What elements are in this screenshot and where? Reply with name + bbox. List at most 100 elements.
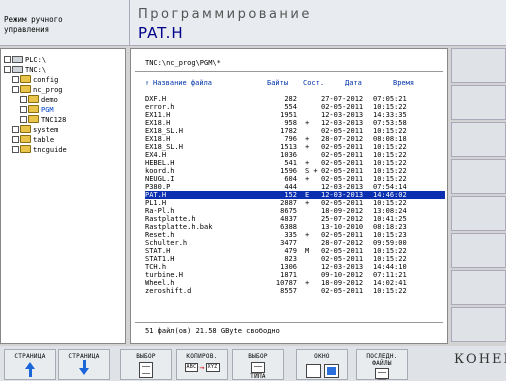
file-bytes-cell: 1596 [280,167,297,175]
file-time-cell: 07:05:21 [373,95,407,103]
expand-toggle-icon[interactable] [20,115,27,123]
file-bytes-cell: 554 [284,103,297,111]
expand-toggle-icon[interactable] [20,95,27,103]
tree-item-tnc128[interactable]: TNC128 [1,115,125,125]
vertical-softkey-6[interactable] [451,233,506,268]
file-time-cell: 14:33:35 [373,111,407,119]
file-row[interactable]: Schulter.h 3477 28-07-2012 09:59:00 [145,239,445,247]
expand-toggle-icon[interactable] [12,145,19,153]
window-label: ОКНО [314,353,330,360]
page-down-label: СТРАНИЦА [68,353,100,360]
expand-toggle-icon[interactable] [12,125,19,133]
file-time-cell: 10:41:25 [373,215,407,223]
file-date-cell: 02-05-2011 [321,103,364,111]
select-type-button[interactable]: ВЫБОР ТИПА [232,349,284,380]
column-time-header[interactable]: Время [393,79,414,87]
select-button[interactable]: ВЫБОР [120,349,172,380]
file-row[interactable]: zeroshift.d 8557 02-05-2011 10:15:22 [145,287,445,295]
column-name-header[interactable]: Название файла [153,79,212,87]
current-file-name: PAT.H [138,24,184,42]
window-button[interactable]: ОКНО [296,349,348,380]
file-row[interactable]: Ra-Pl.h 8675 18-09-2012 13:08:24 [145,207,445,215]
file-row[interactable]: HEBEL.H 541 +02-05-2011 10:15:22 [145,159,445,167]
file-row[interactable]: DXF.H 282 27-07-2012 07:05:21 [145,95,445,103]
file-row[interactable]: PL1.H 2887 +02-05-2011 10:15:22 [145,199,445,207]
file-row[interactable]: Rastplatte.h 4837 25-07-2012 10:41:25 [145,215,445,223]
file-bytes-cell: 10787 [275,279,297,287]
expand-toggle-icon[interactable] [20,105,27,113]
directory-tree[interactable]: PLC:\ TNC:\ config nc_prog demo PGM TNC128 syst… [0,48,126,344]
vertical-softkey-3[interactable] [451,122,506,157]
file-row[interactable]: P380.P 444 12-03-2013 07:54:14 [145,183,445,191]
file-row[interactable]: STAT.H 479 M 02-05-2011 10:15:22 [145,247,445,255]
page-up-button[interactable]: СТРАНИЦА [4,349,56,380]
file-row[interactable]: Rastplatte.h.bak 6388 13-10-2010 08:18:23 [145,223,445,231]
file-bytes-cell: 8557 [280,287,297,295]
tree-item-demo[interactable]: demo [1,95,125,105]
file-row[interactable]: STAT1.H 823 02-05-2011 10:15:22 [145,255,445,263]
file-date-cell: 28-07-2012 [321,239,364,247]
file-name-cell: DXF.H [145,95,167,103]
tree-item-label: table [33,136,55,144]
file-row[interactable]: error.h 554 02-05-2011 10:15:22 [145,103,445,111]
file-row[interactable]: EX18_SL.H 1782 02-05-2011 10:15:22 [145,127,445,135]
file-row[interactable]: Wheel.h 10787 +18-09-2012 14:02:41 [145,279,445,287]
file-name-cell: Rastplatte.h.bak [145,223,213,231]
file-row[interactable]: EX18.H 796 +28-07-2012 08:08:18 [145,135,445,143]
copy-source-label: ABC [184,363,199,372]
tree-item-pgm[interactable]: PGM [1,105,125,115]
tree-item-ncprog[interactable]: nc_prog [1,85,125,95]
file-row[interactable]: EX4.H 1036 02-05-2011 10:15:22 [145,151,445,159]
drive-icon [12,65,23,73]
programming-mode-panel: Программирование PAT.H [130,0,506,46]
vertical-softkey-5[interactable] [451,196,506,231]
file-name-cell: EX11.H [145,111,171,119]
file-row[interactable]: turbine.H 1871 09-10-2012 07:11:21 [145,271,445,279]
file-row[interactable]: Reset.h 335 +02-05-2011 10:15:23 [145,231,445,239]
file-row[interactable]: NEUGL.I 604 +02-05-2011 10:15:22 [145,175,445,183]
page-down-button[interactable]: СТРАНИЦА [58,349,110,380]
file-state-cell: + [305,135,310,143]
vertical-softkey-4[interactable] [451,159,506,194]
vertical-softkey-8[interactable] [451,307,506,342]
vertical-softkey-1[interactable] [451,48,506,83]
tree-item-tnc[interactable]: TNC:\ [1,65,125,75]
footer-divider [135,322,443,323]
file-row[interactable]: TCH.h 1306 12-03-2013 14:44:10 [145,263,445,271]
expand-toggle-icon[interactable] [12,75,19,83]
file-name-cell: P380.P [145,183,171,191]
vertical-softkey-2[interactable] [451,85,506,120]
column-date-header[interactable]: Дата [345,79,362,87]
file-row[interactable]: EX11.H 1951 12-03-2013 14:33:35 [145,111,445,119]
expand-toggle-icon[interactable] [4,65,11,73]
file-name-cell: Wheel.h [145,279,175,287]
file-row[interactable]: PAT.H 152 E 12-03-2013 14:46:02 [145,191,445,199]
file-name-cell: Rastplatte.h [145,215,196,223]
tree-item-label: PLC:\ [25,56,47,64]
vertical-softkey-7[interactable] [451,270,506,305]
recent-files-icon [375,368,389,380]
file-row[interactable]: EX18_SL.H 1513 +02-05-2011 10:15:22 [145,143,445,151]
tree-item-table[interactable]: table [1,135,125,145]
expand-toggle-icon[interactable] [12,85,19,93]
tree-item-tncguide[interactable]: tncguide [1,145,125,155]
tree-item-label: TNC:\ [25,66,47,74]
tree-item-plc[interactable]: PLC:\ [1,55,125,65]
sort-arrow-icon[interactable]: ⇑ [145,79,149,87]
file-state-cell: + [305,159,310,167]
column-bytes-header[interactable]: Байты [267,79,288,87]
file-row[interactable]: EX18.H 958 +12-03-2013 07:53:58 [145,119,445,127]
operating-mode-label: Режим ручного управления [4,15,63,34]
expand-toggle-icon[interactable] [4,55,11,63]
last-files-button[interactable]: ПОСЛЕДН. ФАЙЛЫ [356,349,408,380]
expand-toggle-icon[interactable] [12,135,19,143]
copy-button[interactable]: КОПИРОВ. ABC → XYZ [176,349,228,380]
tree-item-system[interactable]: system [1,125,125,135]
tree-item-config[interactable]: config [1,75,125,85]
column-state-header[interactable]: Сост. [303,79,324,87]
file-date-cell: 09-10-2012 [321,271,364,279]
folder-icon [28,105,39,113]
end-button[interactable]: КОНЕЦ [454,352,506,367]
file-row[interactable]: koord.h 1596 S +02-05-2011 10:15:22 [145,167,445,175]
file-time-cell: 09:59:00 [373,239,407,247]
